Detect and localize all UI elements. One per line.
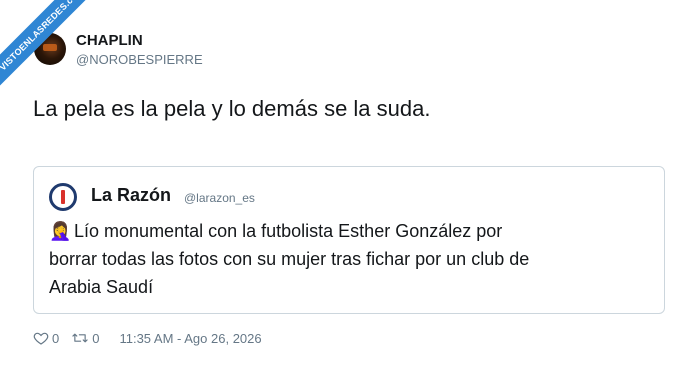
retweet-count: 0 — [92, 330, 100, 346]
retweet-icon[interactable] — [71, 330, 89, 346]
quoted-avatar[interactable] — [49, 183, 77, 211]
quoted-line-2: borrar todas las fotos con su mujer tras… — [49, 249, 530, 269]
author-handle[interactable]: @NOROBESPIERRE — [76, 52, 203, 67]
quoted-line-3: Arabia Saudí — [49, 277, 154, 297]
quoted-tweet-text: 🤦‍♀️ Lío monumental con la futbolista Es… — [49, 217, 649, 301]
tweet-meta: 0 0 11:35 AM - Ago 26, 2026 — [33, 330, 262, 346]
tweet-text: La pela es la pela y lo demás se la suda… — [33, 96, 431, 121]
quoted-line-1: 🤦‍♀️ Lío monumental con la futbolista Es… — [49, 217, 649, 245]
like-count: 0 — [52, 330, 60, 346]
logo-mark — [61, 190, 65, 204]
quoted-author-name[interactable]: La Razón — [91, 185, 171, 206]
quoted-author-handle[interactable]: @larazon_es — [184, 191, 255, 205]
author-name[interactable]: CHAPLIN — [76, 32, 143, 49]
timestamp[interactable]: 11:35 AM - Ago 26, 2026 — [119, 331, 261, 346]
heart-icon[interactable] — [33, 330, 49, 346]
quoted-tweet[interactable]: La Razón @larazon_es 🤦‍♀️ Lío monumental… — [33, 166, 665, 314]
facepalm-emoji: 🤦‍♀️ — [49, 221, 72, 241]
